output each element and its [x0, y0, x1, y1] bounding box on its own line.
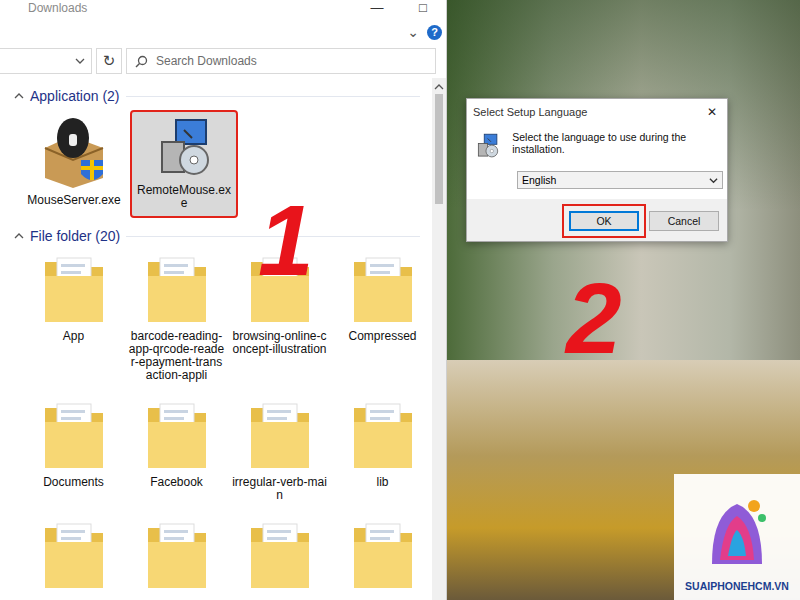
- folder-item[interactable]: [331, 516, 432, 598]
- watermark-text: SUAIPHONEHCM.VN: [685, 580, 789, 592]
- folder-icon: [146, 520, 208, 592]
- dropdown-icon[interactable]: [75, 56, 85, 66]
- folder-item[interactable]: App: [22, 250, 125, 388]
- group-divider: [126, 96, 421, 97]
- folder-icon: [249, 520, 311, 592]
- folder-item[interactable]: Facebook: [125, 396, 228, 508]
- group-label: Application (2): [30, 88, 120, 104]
- item-name: barcode-reading-app-qrcode-reader-epayme…: [128, 330, 225, 382]
- dialog-body: Select the language to use during the in…: [467, 125, 727, 199]
- collapse-icon[interactable]: [14, 91, 24, 101]
- language-select[interactable]: English: [517, 171, 723, 189]
- screen: Downloads—□⌄?↻Search DownloadsApplicatio…: [0, 0, 800, 600]
- item-name: RemoteMouse.exe: [135, 184, 233, 210]
- folder-icon: [352, 520, 414, 592]
- dialog-message-row: Select the language to use during the in…: [475, 131, 719, 161]
- group-items: App barcode-reading-app-qrcode-reader-epa…: [14, 250, 432, 598]
- address-bar[interactable]: [0, 48, 92, 74]
- group-label: File folder (20): [30, 228, 120, 244]
- file-item[interactable]: MouseServer.exe: [22, 112, 126, 216]
- search-icon: [135, 55, 148, 68]
- search-box[interactable]: Search Downloads: [126, 48, 436, 74]
- item-name: Facebook: [150, 476, 203, 489]
- dialog-button[interactable]: Cancel: [649, 211, 719, 231]
- window-control[interactable]: —: [354, 0, 400, 16]
- watermark: SUAIPHONEHCM.VN: [674, 474, 800, 600]
- folder-icon: [43, 520, 105, 592]
- step-number: 1: [258, 190, 314, 290]
- folder-icon: [249, 400, 311, 472]
- explorer-body: Application (2) MouseServer.exe RemoteMous…: [0, 78, 446, 600]
- mouse-server-icon: [39, 116, 109, 190]
- background-photo: Select Setup Language✕ Select the languag…: [447, 0, 800, 600]
- folder-icon: [43, 400, 105, 472]
- scroll-thumb[interactable]: [435, 94, 443, 204]
- collapse-icon[interactable]: [14, 231, 24, 241]
- explorer-window: Downloads—□⌄?↻Search DownloadsApplicatio…: [0, 0, 447, 600]
- folder-item[interactable]: irregular-verb-main: [228, 396, 331, 508]
- folder-icon: [43, 254, 105, 326]
- folder-icon: [352, 400, 414, 472]
- installer-icon: [154, 116, 214, 180]
- item-name: MouseServer.exe: [27, 194, 120, 207]
- folder-item[interactable]: [228, 516, 331, 598]
- search-placeholder: Search Downloads: [156, 54, 257, 68]
- file-list: Application (2) MouseServer.exe RemoteMous…: [0, 78, 432, 600]
- group-header[interactable]: File folder (20): [14, 228, 432, 244]
- folder-icon: [146, 400, 208, 472]
- dialog-title-bar: Select Setup Language✕: [467, 99, 727, 125]
- window-title: Downloads: [28, 0, 354, 16]
- folder-item[interactable]: [125, 516, 228, 598]
- step-number: 2: [566, 268, 622, 368]
- dialog-buttons: OK Cancel: [467, 199, 727, 241]
- item-name: App: [63, 330, 84, 343]
- folder-item[interactable]: Documents: [22, 396, 125, 508]
- folder-item[interactable]: Compressed: [331, 250, 432, 388]
- dropdown-icon: [709, 176, 718, 185]
- group-header[interactable]: Application (2): [14, 88, 432, 104]
- window-control[interactable]: □: [400, 0, 446, 16]
- item-name: lib: [376, 476, 388, 489]
- title-bar: Downloads—□: [0, 0, 446, 20]
- help-button[interactable]: ?: [427, 25, 442, 40]
- item-name: irregular-verb-main: [231, 476, 328, 502]
- installer-icon: [475, 131, 500, 161]
- address-row: ↻ Search Downloads: [0, 44, 446, 78]
- folder-item[interactable]: lib: [331, 396, 432, 508]
- dialog-close-button[interactable]: ✕: [703, 105, 721, 119]
- folder-item[interactable]: barcode-reading-app-qrcode-reader-epayme…: [125, 250, 228, 388]
- expand-ribbon-button[interactable]: ⌄: [407, 24, 419, 40]
- file-item[interactable]: RemoteMouse.exe: [132, 112, 236, 216]
- scrollbar[interactable]: [432, 78, 446, 600]
- dialog-button[interactable]: OK: [569, 211, 639, 231]
- language-value: English: [522, 174, 556, 186]
- dialog-title: Select Setup Language: [473, 106, 703, 118]
- setup-language-dialog: Select Setup Language✕ Select the languag…: [466, 98, 728, 242]
- item-name: browsing-online-concept-illustration: [231, 330, 328, 356]
- refresh-button[interactable]: ↻: [96, 48, 122, 74]
- folder-icon: [146, 254, 208, 326]
- folder-icon: [352, 254, 414, 326]
- scroll-up-icon[interactable]: [434, 82, 444, 92]
- item-name: Compressed: [348, 330, 416, 343]
- folder-item[interactable]: [22, 516, 125, 598]
- logo-icon: [702, 494, 772, 574]
- ribbon-row: ⌄?: [0, 20, 446, 44]
- dialog-message: Select the language to use during the in…: [512, 131, 719, 161]
- group-items: MouseServer.exe RemoteMouse.exe: [14, 110, 432, 222]
- item-name: Documents: [43, 476, 104, 489]
